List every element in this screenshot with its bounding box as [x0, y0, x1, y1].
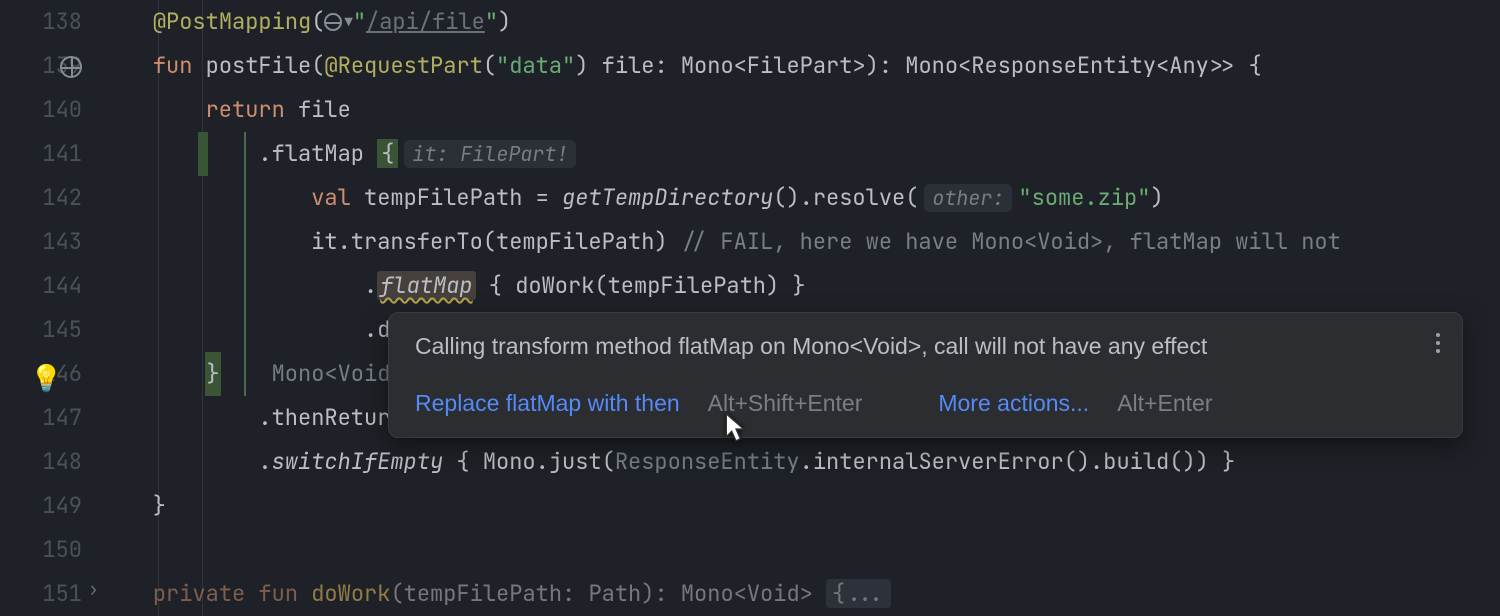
line-number: 141 [0, 132, 82, 176]
inlay-hint[interactable]: it: FilePart! [404, 140, 576, 168]
keyword: fun [258, 579, 298, 608]
code-text: (tempFilePath: Path): Mono<Void> [390, 579, 826, 608]
comment: // FAIL, here we have Mono<Void>, flatMa… [681, 227, 1341, 256]
function-name: postFile [206, 51, 312, 80]
string-literal: "/api/file" [353, 7, 498, 36]
warned-call: flatMap [377, 271, 475, 300]
line-number: 149 [0, 484, 82, 528]
line-number: 140 [0, 88, 82, 132]
line-number: 148 [0, 440, 82, 484]
string-literal: "data" [496, 51, 575, 80]
code-text: .thenReturn [258, 403, 403, 432]
code-text: it.transferTo(tempFilePath) [311, 227, 681, 256]
code-text: { doWork(tempFilePath) } [476, 271, 806, 300]
kebab-menu-icon[interactable] [1436, 333, 1440, 353]
code-text: ().resolve( [773, 183, 918, 212]
code-text: tempFilePath = [351, 183, 562, 212]
tooltip-actions: Replace flatMap with then Alt+Shift+Ente… [415, 390, 1436, 417]
code-line[interactable]: } [100, 484, 1500, 528]
code-line[interactable]: .flatMap { doWork(tempFilePath) } [100, 264, 1500, 308]
code-line[interactable] [100, 528, 1500, 572]
inspection-tooltip[interactable]: Calling transform method flatMap on Mono… [388, 312, 1463, 438]
tooltip-message: Calling transform method flatMap on Mono… [415, 333, 1436, 360]
shortcut-hint: Alt+Shift+Enter [708, 390, 863, 417]
keyword: private [153, 579, 245, 608]
code-text: file: Mono<FilePart>): Mono<ResponseEnti… [588, 51, 1261, 80]
code-area[interactable]: @PostMapping(▼"/api/file") fun postFile(… [100, 0, 1500, 616]
code-line[interactable]: return file [100, 88, 1500, 132]
function-name: doWork [311, 579, 390, 608]
function-call: getTempDirectory [562, 183, 773, 212]
line-number: 151 [0, 572, 82, 616]
inlay-hint[interactable]: other: [924, 184, 1012, 212]
annotation: @PostMapping [153, 7, 311, 36]
keyword: val [311, 183, 351, 212]
annotation: @RequestPart [324, 51, 482, 80]
code-line[interactable]: private fun doWork(tempFilePath: Path): … [100, 572, 1500, 616]
inlay-type-hint: Mono<Void! [272, 359, 404, 388]
code-text: .flatMap [258, 139, 377, 168]
code-line[interactable]: .flatMap {it: FilePart! [100, 132, 1500, 176]
string-literal: "some.zip" [1018, 183, 1150, 212]
intention-bulb-icon[interactable]: 💡 [30, 360, 54, 384]
keyword: return [206, 95, 285, 124]
line-number: 142 [0, 176, 82, 220]
line-number: 145 [0, 308, 82, 352]
code-line[interactable]: fun postFile(@RequestPart("data") file: … [100, 44, 1500, 88]
code-line[interactable]: val tempFilePath = getTempDirectory().re… [100, 176, 1500, 220]
keyword: fun [153, 51, 193, 80]
closing-brace: } [205, 352, 221, 396]
expand-fold-icon[interactable]: › [88, 578, 99, 601]
line-number: 143 [0, 220, 82, 264]
code-text: { Mono.just( [443, 447, 615, 476]
url-globe-icon [324, 13, 342, 31]
line-number-gutter: 138 139 140 141 142 143 144 145 146 147 … [0, 0, 100, 616]
line-number: 147 [0, 396, 82, 440]
line-number: 138 [0, 0, 82, 44]
line-number: 150 [0, 528, 82, 572]
chevron-down-icon[interactable]: ▼ [344, 14, 352, 32]
code-line[interactable]: @PostMapping(▼"/api/file") [100, 0, 1500, 44]
quick-fix-link[interactable]: Replace flatMap with then [415, 390, 680, 417]
more-actions-link[interactable]: More actions... [938, 390, 1089, 417]
code-line[interactable]: .switchIfEmpty { Mono.just(ResponseEntit… [100, 440, 1500, 484]
code-text: file [285, 95, 351, 124]
code-text: .internalServerError().build()) } [800, 447, 1236, 476]
code-editor[interactable]: 138 139 140 141 142 143 144 145 146 147 … [0, 0, 1500, 616]
shortcut-hint: Alt+Enter [1117, 390, 1212, 417]
url-path[interactable]: /api/file [366, 7, 485, 36]
function-call: switchIfEmpty [272, 447, 444, 476]
line-number: 144 [0, 264, 82, 308]
dim-text: ResponseEntity [615, 447, 800, 476]
code-line[interactable]: it.transferTo(tempFilePath) // FAIL, her… [100, 220, 1500, 264]
web-endpoint-gutter-icon[interactable] [60, 56, 82, 78]
